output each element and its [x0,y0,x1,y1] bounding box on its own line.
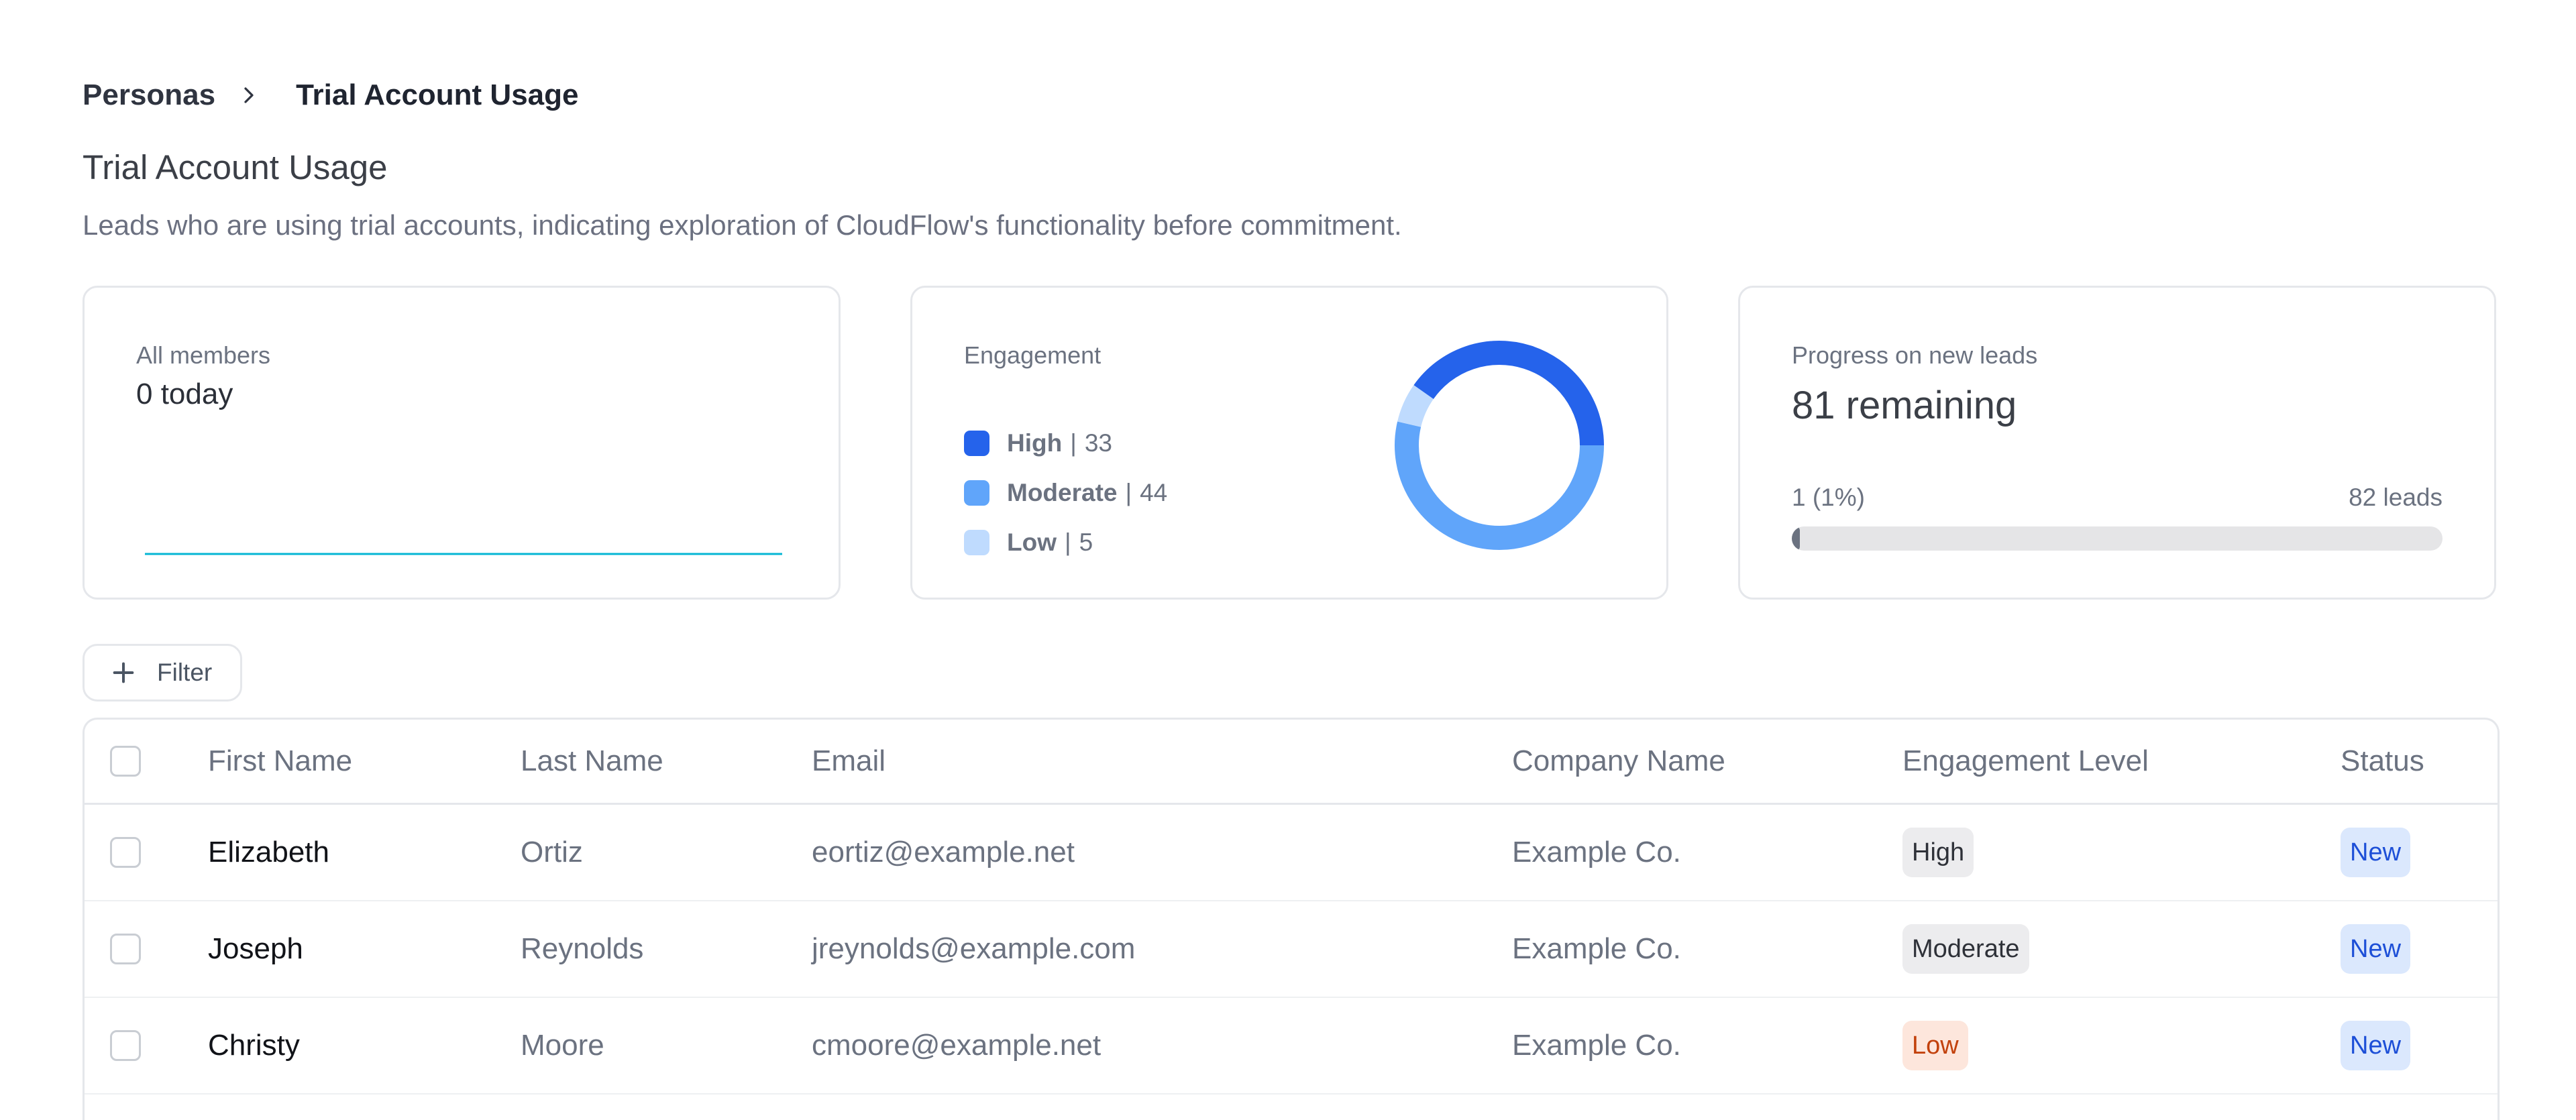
legend-value-high: 33 [1084,429,1112,457]
legend-item-moderate: Moderate | 44 [964,468,1167,518]
donut-slice-low [1397,385,1434,428]
progress-remaining-value: 81 remaining [1792,384,2017,427]
chevron-right-icon [229,75,269,115]
column-header-company-name[interactable]: Company Name [1512,720,1902,805]
leads-table: First Name Last Name Email Company Name … [83,718,2500,1120]
table-row[interactable]: Elizabeth Ortiz eortiz@example.net Examp… [85,803,2498,901]
legend-value-moderate: 44 [1140,479,1168,506]
legend-name-moderate: Moderate [1007,479,1118,506]
all-members-value: 0 today [136,378,233,410]
status-cell: New [2341,803,2498,901]
engagement-card: Engagement High | 33 Moderate | 44 Low |… [910,286,1668,600]
all-members-card: All members 0 today [83,286,841,600]
row-checkbox[interactable] [110,1030,141,1061]
donut-slice-moderate [1395,421,1604,550]
email-cell: eortiz@example.net [812,803,1512,901]
row-select-cell [85,901,208,998]
donut-slice-high [1413,341,1604,446]
company-cell: Example Co. [1512,997,1902,1095]
add-filter-button[interactable]: Filter [83,644,242,702]
legend-name-low: Low [1007,528,1057,556]
first-name-cell: Christy [208,997,521,1095]
row-select-cell [85,997,208,1095]
email-cell: jreynolds@example.com [812,901,1512,998]
status-cell: New [2341,997,2498,1095]
legend-item-high: High | 33 [964,418,1167,468]
breadcrumb-personas-link[interactable]: Personas [83,78,215,112]
column-header-first-name[interactable]: First Name [208,720,521,805]
column-header-email[interactable]: Email [812,720,1512,805]
last-name-cell: Ortiz [521,803,812,901]
progress-total-leads: 82 leads [2349,484,2443,511]
page-title: Trial Account Usage [83,148,388,186]
engagement-badge: Moderate [1902,924,2029,974]
legend-separator: | [1064,528,1071,556]
first-name-cell: Elizabeth [208,803,521,901]
status-badge: New [2341,1021,2411,1070]
legend-item-low: Low | 5 [964,518,1167,567]
engagement-legend: High | 33 Moderate | 44 Low | 5 [964,418,1167,567]
progress-bar-track [1792,526,2443,551]
plus-icon [113,662,134,683]
column-header-status[interactable]: Status [2341,720,2498,805]
last-name-cell: Reynolds [521,901,812,998]
engagement-badge: Low [1902,1021,1968,1070]
engagement-label: Engagement [964,341,1102,369]
last-name-cell: Moore [521,997,812,1095]
trial-account-usage-page: Personas Trial Account Usage Trial Accou… [0,0,2576,1120]
page-description: Leads who are using trial accounts, indi… [83,209,1402,241]
breadcrumb-current: Trial Account Usage [296,78,579,111]
select-all-checkbox[interactable] [110,746,141,777]
engagement-cell: Moderate [1902,901,2341,998]
all-members-label: All members [136,341,271,369]
legend-swatch-low [964,530,989,555]
legend-swatch-high [964,431,989,456]
engagement-cell: Low [1902,997,2341,1095]
status-badge: New [2341,924,2411,974]
legend-name-high: High [1007,429,1063,457]
first-name-cell: Joseph [208,901,521,998]
row-select-cell [85,803,208,901]
select-all-cell [85,720,208,805]
email-cell: cmoore@example.net [812,997,1512,1095]
company-cell: Example Co. [1512,803,1902,901]
legend-value-low: 5 [1079,528,1093,556]
company-cell: Example Co. [1512,901,1902,998]
breadcrumb: Personas Trial Account Usage [83,75,578,115]
legend-swatch-moderate [964,480,989,506]
progress-done-count: 1 (1%) [1792,484,1865,511]
progress-bar-fill [1792,526,1800,551]
column-header-last-name[interactable]: Last Name [521,720,812,805]
legend-separator: | [1070,429,1077,457]
legend-separator: | [1125,479,1132,506]
status-cell: New [2341,901,2498,998]
engagement-cell: High [1902,803,2341,901]
progress-card: Progress on new leads 81 remaining 1 (1%… [1738,286,2496,600]
table-row[interactable]: Christy Moore cmoore@example.net Example… [85,997,2498,1095]
engagement-donut-chart [1395,341,1604,550]
table-header-row: First Name Last Name Email Company Name … [85,720,2498,805]
column-header-engagement-level[interactable]: Engagement Level [1902,720,2341,805]
engagement-badge: High [1902,828,1974,877]
row-checkbox[interactable] [110,837,141,868]
progress-label: Progress on new leads [1792,341,2038,369]
row-checkbox[interactable] [110,934,141,964]
table-row[interactable]: Joseph Reynolds jreynolds@example.com Ex… [85,901,2498,998]
status-badge: New [2341,828,2411,877]
members-sparkline-chart [145,553,782,555]
filter-button-label: Filter [157,659,213,686]
